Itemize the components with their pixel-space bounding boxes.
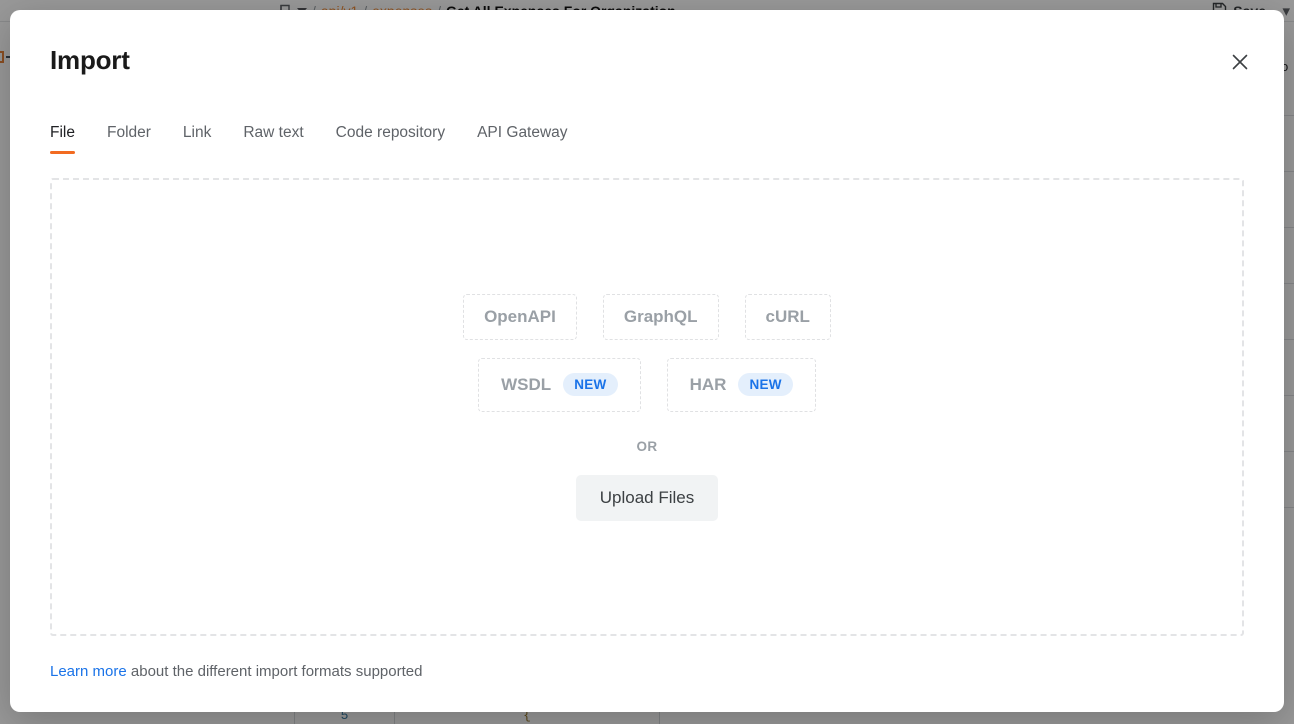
status-badge: NEW <box>738 372 793 397</box>
or-separator-label: OR <box>636 438 658 454</box>
tab-link[interactable]: Link <box>167 122 227 154</box>
supported-formats: OpenAPI GraphQL cURL WSDL NEW HAR NEW <box>463 293 831 412</box>
footer-help-text: about the different import formats suppo… <box>126 663 423 680</box>
tab-api-gateway[interactable]: API Gateway <box>461 122 583 154</box>
format-row-secondary: WSDL NEW HAR NEW <box>478 357 816 412</box>
format-chip-har[interactable]: HAR NEW <box>666 357 816 412</box>
status-badge: NEW <box>563 372 618 397</box>
tab-file[interactable]: File <box>50 122 91 154</box>
page-title: Import <box>50 45 130 75</box>
format-chip-curl[interactable]: cURL <box>744 293 831 340</box>
format-row-primary: OpenAPI GraphQL cURL <box>463 293 831 340</box>
import-source-tabs: File Folder Link Raw text Code repositor… <box>50 122 584 154</box>
dialog-footer: Learn more about the different import fo… <box>50 662 422 682</box>
format-chip-wsdl[interactable]: WSDL NEW <box>478 357 641 412</box>
format-chip-graphql[interactable]: GraphQL <box>602 293 719 340</box>
format-chip-openapi[interactable]: OpenAPI <box>463 293 577 340</box>
import-dialog: Import File Folder Link Raw text Code re… <box>10 10 1284 712</box>
close-icon <box>1230 52 1250 72</box>
learn-more-link[interactable]: Learn more <box>50 663 127 680</box>
format-chip-label: HAR <box>689 374 727 394</box>
dialog-header: Import <box>10 10 1284 106</box>
tab-folder[interactable]: Folder <box>91 122 167 154</box>
file-dropzone[interactable]: OpenAPI GraphQL cURL WSDL NEW HAR NEW OR… <box>50 178 1244 636</box>
format-chip-label: GraphQL <box>623 306 698 326</box>
tab-code-repository[interactable]: Code repository <box>320 122 461 154</box>
format-chip-label: WSDL <box>501 374 552 394</box>
upload-files-button[interactable]: Upload Files <box>575 474 719 521</box>
format-chip-label: cURL <box>765 306 810 326</box>
close-button[interactable] <box>1224 46 1256 78</box>
tab-raw-text[interactable]: Raw text <box>227 122 319 154</box>
format-chip-label: OpenAPI <box>484 306 556 326</box>
